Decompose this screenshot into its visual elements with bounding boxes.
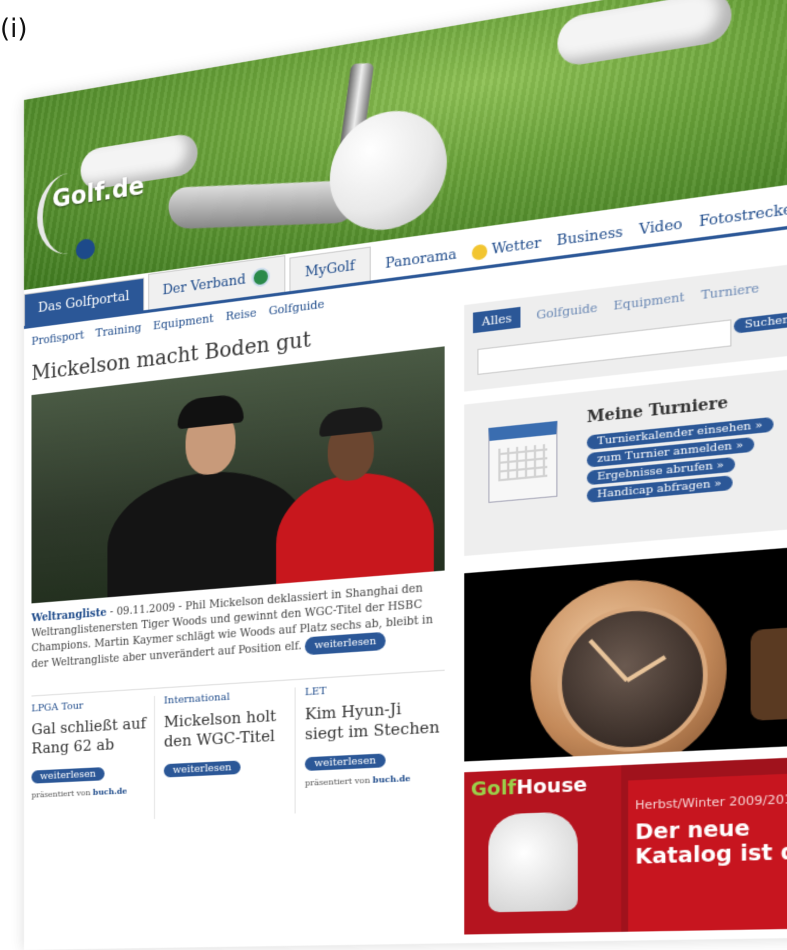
nav-business[interactable]: Business (557, 224, 623, 249)
search-tab-alles[interactable]: Alles (472, 306, 521, 334)
news-column-lpga: LPGA Tour Gal schließt auf Rang 62 ab we… (31, 697, 146, 800)
sponsor-logo[interactable]: buch.de (373, 773, 411, 785)
meine-turniere-box: Meine Turniere Turnierkalender einsehen … (464, 364, 787, 556)
column-category[interactable]: International (164, 688, 284, 706)
sponsor-line: präsentiert von buch.de (305, 771, 445, 788)
watch-strap-image (750, 626, 787, 721)
subnav-reise[interactable]: Reise (226, 306, 257, 323)
column-separator (154, 696, 156, 819)
golfhouse-advertisement[interactable]: GolfHouse Herbst/Winter 2009/2010 Der ne… (464, 755, 787, 935)
search-tab-turniere[interactable]: Turniere (701, 281, 759, 303)
golfer-cap-image (319, 404, 383, 438)
nav-label: Wetter (491, 235, 541, 259)
golf-bag-image (488, 811, 578, 913)
sponsor-prefix: präsentiert von (31, 788, 91, 800)
read-more-button[interactable]: weiterlesen (163, 760, 241, 778)
watch-advertisement[interactable] (464, 543, 787, 762)
subnav-profisport[interactable]: Profisport (31, 328, 84, 348)
perspective-stage: Golf.de Das Golfportal Der Verband MyGol… (0, 0, 787, 950)
subnav-training[interactable]: Training (96, 321, 142, 340)
nav-fotostrecken[interactable]: Fotostrecken (699, 200, 787, 231)
search-button[interactable]: Suchen (733, 311, 787, 334)
subnav-equipment[interactable]: Equipment (153, 312, 214, 333)
column-title[interactable]: Mickelson holt den WGC-Titel (164, 706, 284, 752)
column-title[interactable]: Kim Hyun-Ji siegt im Stechen (305, 697, 445, 745)
weather-sun-icon (471, 243, 488, 261)
golfer-cap-image (177, 392, 244, 430)
subnav-golfguide[interactable]: Golfguide (269, 297, 325, 318)
turniere-links: Turnierkalender einsehen » zum Turnier a… (586, 416, 774, 503)
sponsor-line: präsentiert von buch.de (31, 784, 146, 799)
column-title[interactable]: Gal schließt auf Rang 62 ab (31, 714, 146, 759)
column-category[interactable]: LET (305, 678, 445, 699)
search-tab-equipment[interactable]: Equipment (614, 290, 685, 313)
webpage-screenshot: Golf.de Das Golfportal Der Verband MyGol… (24, 0, 787, 950)
calendar-icon (488, 420, 558, 503)
read-more-button[interactable]: weiterlesen (31, 767, 105, 784)
sponsor-prefix: präsentiert von (304, 775, 371, 788)
turniere-title: Meine Turniere (586, 394, 728, 427)
article-photo[interactable] (31, 346, 445, 604)
verband-emblem-icon (251, 266, 270, 288)
read-more-button[interactable]: weiterlesen (305, 631, 386, 656)
column-category[interactable]: LPGA Tour (31, 697, 146, 714)
column-separator (294, 687, 296, 814)
golfhouse-logo: GolfHouse (471, 773, 587, 801)
logo-part: Golf (470, 776, 517, 802)
sponsor-logo[interactable]: buch.de (93, 785, 127, 797)
search-box: Alles Golfguide Equipment Turniere Suche… (464, 258, 787, 392)
tab-label: Der Verband (162, 271, 246, 299)
news-column-international: International Mickelson holt den WGC-Tit… (163, 688, 284, 778)
nav-wetter[interactable]: Wetter (471, 235, 541, 261)
logo-part: House (516, 773, 588, 800)
search-tab-golfguide[interactable]: Golfguide (536, 301, 597, 323)
nav-video[interactable]: Video (639, 216, 682, 239)
nav-panorama[interactable]: Panorama (385, 247, 456, 273)
read-more-button[interactable]: weiterlesen (304, 753, 386, 772)
news-column-let: LET Kim Hyun-Ji siegt im Stechen weiterl… (304, 678, 445, 788)
